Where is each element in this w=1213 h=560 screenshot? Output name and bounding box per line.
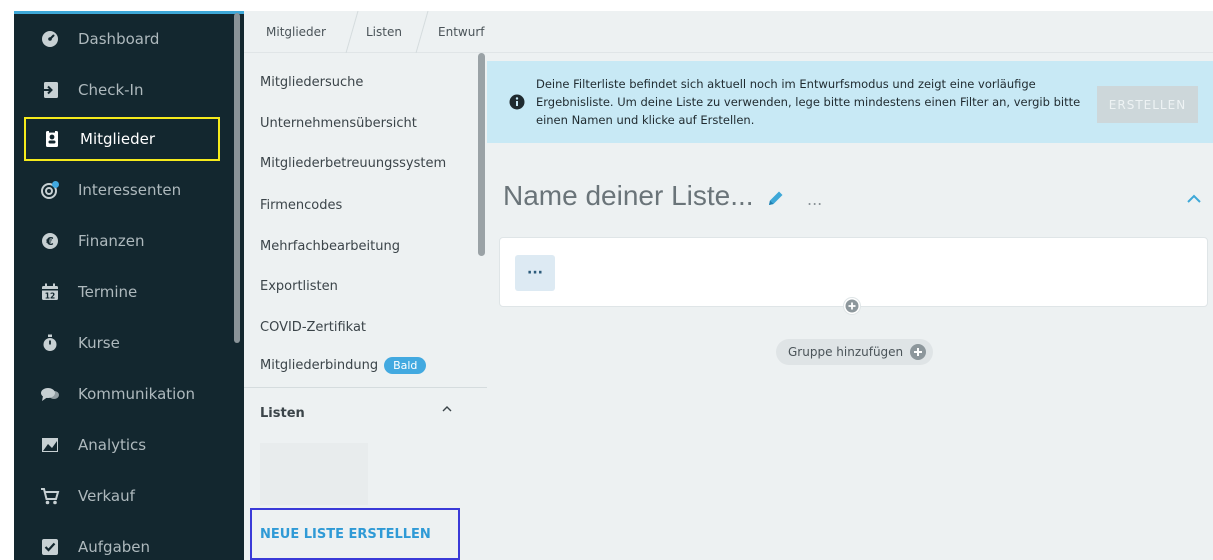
calendar-icon: 12 [40, 282, 60, 302]
main-navigation: Dashboard Check-In Mitglieder Interessen… [14, 11, 246, 560]
nav-item-kurse[interactable]: Kurse [24, 321, 220, 365]
list-options-dots[interactable]: ... [807, 190, 822, 209]
new-list-button[interactable]: NEUE LISTE ERSTELLEN [250, 508, 460, 560]
breadcrumb-separator [345, 11, 359, 53]
info-icon [509, 94, 525, 110]
nav-item-mitglieder[interactable]: Mitglieder [24, 117, 220, 161]
nav-item-kommunikation[interactable]: Kommunikation [24, 372, 220, 416]
nav-item-label: Check-In [78, 81, 144, 99]
submenu-scrollbar[interactable] [478, 53, 485, 256]
nav-item-interessenten[interactable]: Interessenten [24, 168, 220, 212]
add-group-button[interactable]: Gruppe hinzufügen [776, 339, 934, 365]
nav-item-checkin[interactable]: Check-In [24, 68, 220, 112]
checkbox-icon [40, 537, 60, 557]
chat-icon [40, 384, 60, 404]
submenu-item-mitgliedersuche[interactable]: Mitgliedersuche [260, 75, 363, 90]
cart-icon [40, 486, 60, 506]
nav-accent-bar [14, 11, 246, 14]
add-group-label: Gruppe hinzufügen [788, 345, 904, 359]
group-menu-button[interactable]: ··· [515, 255, 555, 291]
nav-item-label: Mitglieder [80, 130, 155, 148]
list-placeholder [260, 443, 368, 505]
submenu-item-mitgliederbindung[interactable]: Mitgliederbindung Bald [260, 357, 427, 374]
nav-item-termine[interactable]: 12 Termine [24, 270, 220, 314]
submenu-item-label: Mitgliederbindung [260, 358, 379, 373]
list-name-placeholder[interactable]: Name deiner Liste... [503, 180, 754, 212]
nav-item-label: Kommunikation [78, 385, 196, 403]
chevron-up-icon[interactable] [1185, 191, 1203, 205]
leads-icon [40, 180, 60, 200]
info-message: Deine Filterliste befindet sich aktuell … [536, 77, 1081, 127]
nav-item-label: Interessenten [78, 181, 182, 199]
create-button[interactable]: ERSTELLEN [1097, 86, 1198, 123]
submenu: Mitgliedersuche Unternehmensübersicht Mi… [244, 53, 487, 560]
breadcrumb-mitglieder[interactable]: Mitglieder [266, 25, 326, 39]
svg-text:€: € [45, 235, 54, 248]
nav-item-label: Dashboard [78, 30, 160, 48]
breadcrumb-separator [415, 11, 429, 53]
submenu-item-covid-zertifikat[interactable]: COVID-Zertifikat [260, 320, 366, 335]
calendar-day-number: 12 [45, 292, 55, 301]
submenu-item-unternehmensuebersicht[interactable]: Unternehmensübersicht [260, 116, 417, 131]
chevron-up-icon[interactable] [441, 403, 453, 418]
nav-item-label: Termine [78, 283, 138, 301]
nav-item-label: Kurse [78, 334, 120, 352]
nav-item-label: Finanzen [78, 232, 145, 250]
nav-item-analytics[interactable]: Analytics [24, 423, 220, 467]
nav-item-verkauf[interactable]: Verkauf [24, 474, 220, 518]
stopwatch-icon [40, 333, 60, 353]
nav-item-label: Aufgaben [78, 538, 151, 556]
nav-item-aufgaben[interactable]: Aufgaben [24, 525, 220, 560]
soon-badge: Bald [384, 357, 427, 374]
euro-icon: € [40, 231, 60, 251]
breadcrumb-listen[interactable]: Listen [366, 25, 402, 39]
lists-section-header[interactable]: Listen [260, 406, 305, 421]
breadcrumb: Mitglieder Listen Entwurf [244, 11, 1213, 53]
submenu-item-mitgliederbetreuungssystem[interactable]: Mitgliederbetreuungssystem [260, 156, 446, 171]
main-content: Deine Filterliste befindet sich aktuell … [487, 53, 1213, 560]
submenu-item-exportlisten[interactable]: Exportlisten [260, 279, 338, 294]
checkin-icon [40, 80, 60, 100]
dashboard-icon [40, 29, 60, 49]
breadcrumb-entwurf: Entwurf [438, 25, 485, 39]
nav-item-label: Verkauf [78, 487, 135, 505]
nav-item-label: Analytics [78, 436, 147, 454]
members-icon [42, 129, 62, 149]
submenu-item-firmencodes[interactable]: Firmencodes [260, 198, 342, 213]
nav-scrollbar[interactable] [234, 13, 240, 343]
submenu-divider [244, 387, 487, 388]
chart-icon [40, 435, 60, 455]
draft-info-banner: Deine Filterliste befindet sich aktuell … [487, 61, 1213, 143]
nav-item-finanzen[interactable]: € Finanzen [24, 219, 220, 263]
pencil-icon[interactable] [766, 188, 786, 208]
nav-item-dashboard[interactable]: Dashboard [24, 17, 220, 61]
submenu-item-mehrfachbearbeitung[interactable]: Mehrfachbearbeitung [260, 239, 400, 254]
plus-circle-icon [909, 343, 927, 361]
add-filter-icon[interactable] [843, 297, 861, 315]
